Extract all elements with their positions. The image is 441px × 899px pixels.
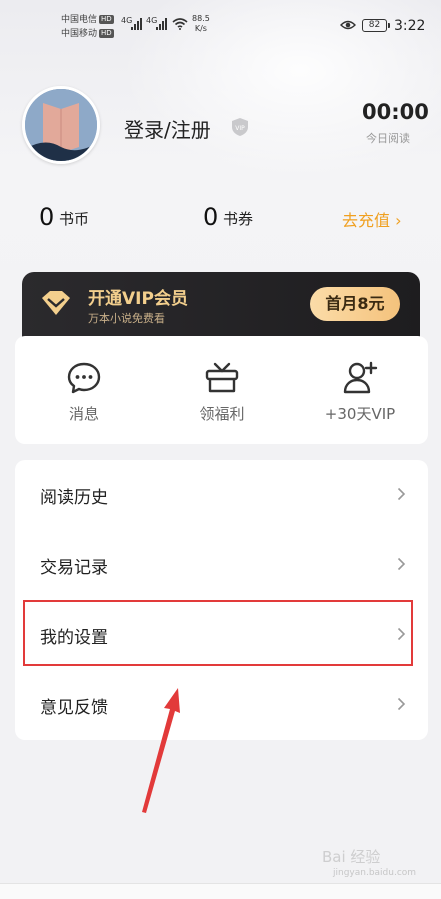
avatar-image [25, 89, 97, 161]
speed-unit: K/s [194, 24, 207, 33]
coins-label[interactable]: 书币 [59, 208, 89, 229]
vouchers-value[interactable]: 0 [203, 203, 218, 231]
carrier-2-label: 中国移动 [61, 29, 98, 39]
chevron-right-icon [397, 557, 406, 571]
vip-first-month-button[interactable]: 首月8元 [310, 287, 400, 321]
highlight-box [23, 600, 413, 666]
vip-banner[interactable]: 开通VIP会员 万本小说免费看 首月8元 [22, 272, 420, 338]
hd-badge: HD [99, 29, 114, 38]
watermark-url: jingyan.baidu.com [333, 868, 417, 878]
quick-action-benefits[interactable]: 领福利 [153, 336, 291, 444]
status-bar: 中国电信 HD 中国移动 HD 4G 4G 88.5 K/s 82 3:22 [0, 0, 441, 44]
bottom-tab-bar [0, 883, 441, 899]
network-speed: 88.5 K/s [192, 14, 210, 34]
menu-item-feedback[interactable]: 意见反馈 [15, 670, 428, 740]
quick-action-label: 领福利 [199, 405, 245, 423]
gift-tv-icon [205, 362, 239, 393]
add-user-icon [343, 361, 378, 394]
quick-action-label: +30天VIP [324, 405, 396, 423]
menu-item-label: 交易记录 [40, 558, 108, 578]
chevron-right-icon [397, 697, 406, 711]
battery-icon: 82 [362, 19, 390, 32]
menu-item-transactions[interactable]: 交易记录 [15, 530, 428, 600]
clock: 3:22 [394, 18, 426, 34]
login-register-link[interactable]: 登录/注册 [124, 114, 211, 143]
diamond-icon [42, 291, 70, 315]
quick-action-vip-invite[interactable]: +30天VIP [291, 336, 429, 444]
menu-item-reading-history[interactable]: 阅读历史 [15, 460, 428, 530]
vip-subtitle: 万本小说免费看 [88, 312, 165, 325]
battery-level: 82 [368, 20, 381, 30]
quick-action-messages[interactable]: 消息 [15, 336, 153, 444]
avatar[interactable] [22, 86, 100, 164]
vip-title: 开通VIP会员 [88, 289, 188, 309]
menu-item-label: 意见反馈 [40, 698, 108, 718]
menu-item-label: 阅读历史 [40, 488, 108, 508]
wifi-icon [172, 18, 188, 30]
eye-comfort-icon [340, 20, 356, 30]
annotation-arrow-icon [142, 688, 180, 813]
svg-text:VIP: VIP [235, 125, 245, 132]
today-reading-label: 今日阅读 [366, 132, 410, 145]
today-reading-time: 00:00 [362, 100, 429, 124]
message-icon [67, 362, 101, 394]
carrier-2: 中国移动 HD [61, 29, 114, 40]
signal-1-icon [131, 18, 142, 30]
vip-badge-icon: VIP [232, 118, 248, 136]
chevron-right-icon [397, 487, 406, 501]
quick-action-label: 消息 [68, 405, 99, 423]
hd-badge: HD [99, 15, 114, 24]
speed-value: 88.5 [192, 14, 210, 23]
carrier-1: 中国电信 HD [61, 15, 114, 26]
recharge-link[interactable]: 去充值 › [342, 207, 402, 231]
vouchers-label[interactable]: 书券 [223, 208, 253, 229]
quick-actions-card: 消息 领福利 +30天VIP [15, 336, 428, 444]
signal-2-icon [156, 18, 167, 30]
watermark: Bai 经验 [322, 848, 381, 866]
carrier-1-label: 中国电信 [61, 15, 98, 25]
coins-value[interactable]: 0 [39, 203, 54, 231]
